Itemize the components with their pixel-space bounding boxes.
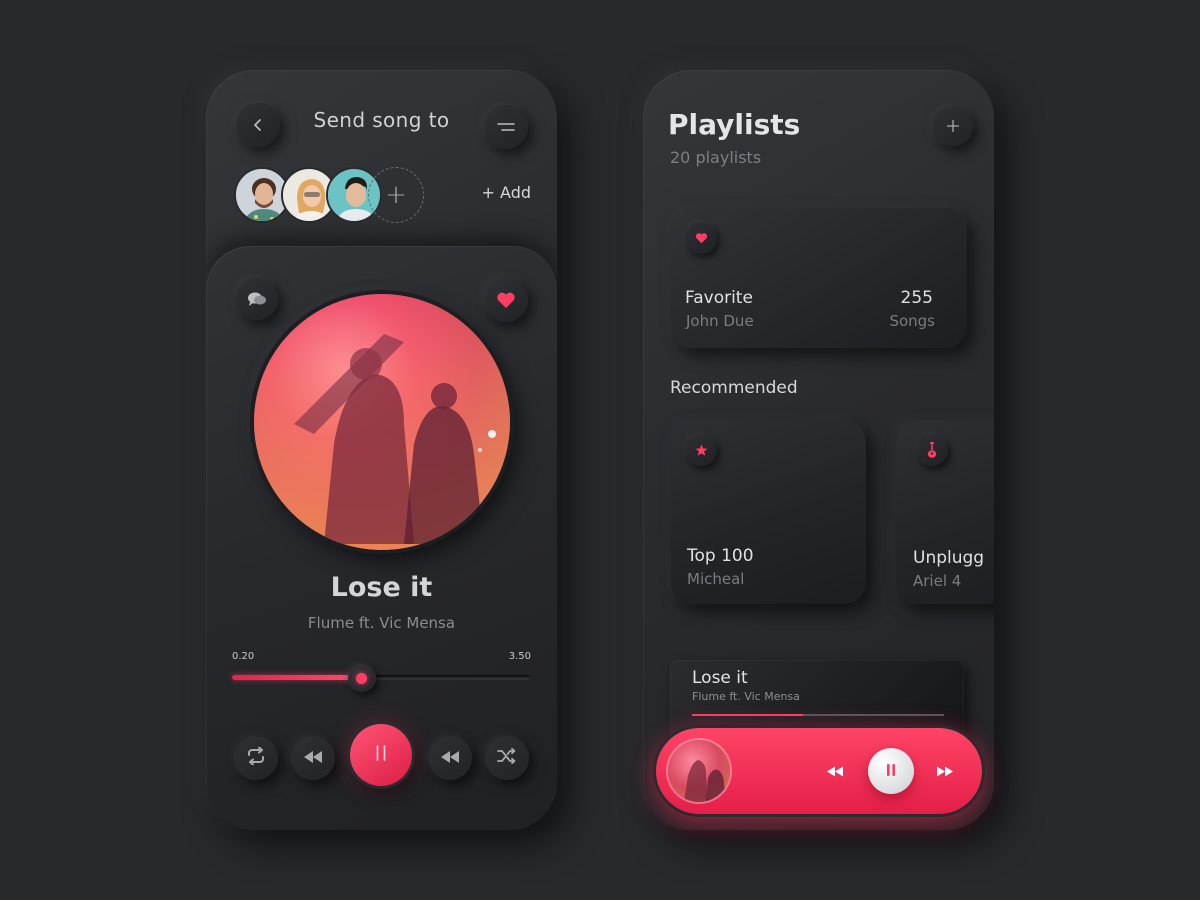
guitar-icon <box>916 434 948 466</box>
pause-icon <box>885 762 897 781</box>
pause-icon <box>374 744 388 766</box>
song-count-unit: Songs <box>889 312 935 330</box>
concert-photo <box>254 294 510 550</box>
menu-button[interactable] <box>484 105 528 149</box>
skip-button[interactable] <box>428 736 472 780</box>
elapsed-time: 0.20 <box>232 651 255 662</box>
seek-bar[interactable] <box>232 664 530 692</box>
like-button[interactable] <box>484 278 528 322</box>
floating-player <box>656 728 982 814</box>
comment-button[interactable] <box>236 278 278 320</box>
mini-progress-fill <box>692 714 803 716</box>
recommended-card-unplugged[interactable]: Unplugg Ariel 4 <box>896 420 994 604</box>
plus-icon <box>946 119 960 133</box>
playlists-screen: Playlists 20 playlists Favorite John Due… <box>643 70 994 830</box>
seek-bar-fill <box>232 675 362 680</box>
shuffle-icon <box>497 747 517 768</box>
add-link[interactable]: + Add <box>482 183 531 202</box>
total-time: 3.50 <box>508 651 531 662</box>
heart-icon <box>496 291 516 309</box>
now-playing-card: Lose it Flume ft. Vic Mensa 0.20 3.50 <box>206 246 557 830</box>
repeat-button[interactable] <box>234 736 278 780</box>
playlist-name: Unplugg <box>913 548 985 568</box>
rewind-icon <box>440 749 460 768</box>
chat-bubbles-icon <box>247 291 267 307</box>
playlist-count: 20 playlists <box>670 148 762 167</box>
playlist-owner: John Due <box>686 312 754 330</box>
page-title: Playlists <box>668 108 801 141</box>
send-song-screen: Send song to + + Add Lose it Flume ft. V… <box>206 70 557 830</box>
fast-forward-icon <box>936 762 954 781</box>
album-art <box>254 294 510 550</box>
pill-pause-button[interactable] <box>868 748 914 794</box>
seek-handle[interactable] <box>347 664 376 692</box>
shuffle-button[interactable] <box>485 736 529 780</box>
recommended-card-top100[interactable]: Top 100 Micheal <box>671 420 866 604</box>
song-count: 255 <box>900 288 933 308</box>
mini-song-artist: Flume ft. Vic Mensa <box>692 690 800 703</box>
playlist-name: Top 100 <box>687 546 754 566</box>
seek-handle-dot <box>356 672 368 684</box>
add-playlist-button[interactable] <box>933 106 973 146</box>
playlist-owner: Micheal <box>687 570 745 588</box>
song-title: Lose it <box>330 572 433 603</box>
concert-thumbnail <box>668 740 730 802</box>
pill-rewind-button[interactable] <box>824 761 846 781</box>
rewind-button[interactable] <box>291 736 335 780</box>
rewind-icon <box>826 762 844 781</box>
recipient-avatars: + <box>234 167 424 225</box>
rewind-icon <box>303 749 323 768</box>
section-heading: Recommended <box>670 378 798 398</box>
pill-forward-button[interactable] <box>934 761 956 781</box>
mini-progress-bar[interactable] <box>692 714 944 716</box>
repeat-icon <box>246 746 266 769</box>
favorite-playlist-card[interactable]: Favorite John Due 255 Songs <box>671 208 967 348</box>
playlist-name: Favorite <box>685 288 753 308</box>
pause-button[interactable] <box>350 724 412 786</box>
star-icon <box>685 434 717 466</box>
plus-icon: + <box>385 180 407 210</box>
menu-lines-icon <box>496 121 516 133</box>
mini-song-title: Lose it <box>692 668 748 688</box>
song-artist: Flume ft. Vic Mensa <box>307 614 456 632</box>
pill-album-art[interactable] <box>668 740 730 802</box>
playlist-owner: Ariel 4 <box>913 572 962 590</box>
heart-icon <box>685 222 717 254</box>
add-recipient-button[interactable]: + <box>368 167 424 223</box>
